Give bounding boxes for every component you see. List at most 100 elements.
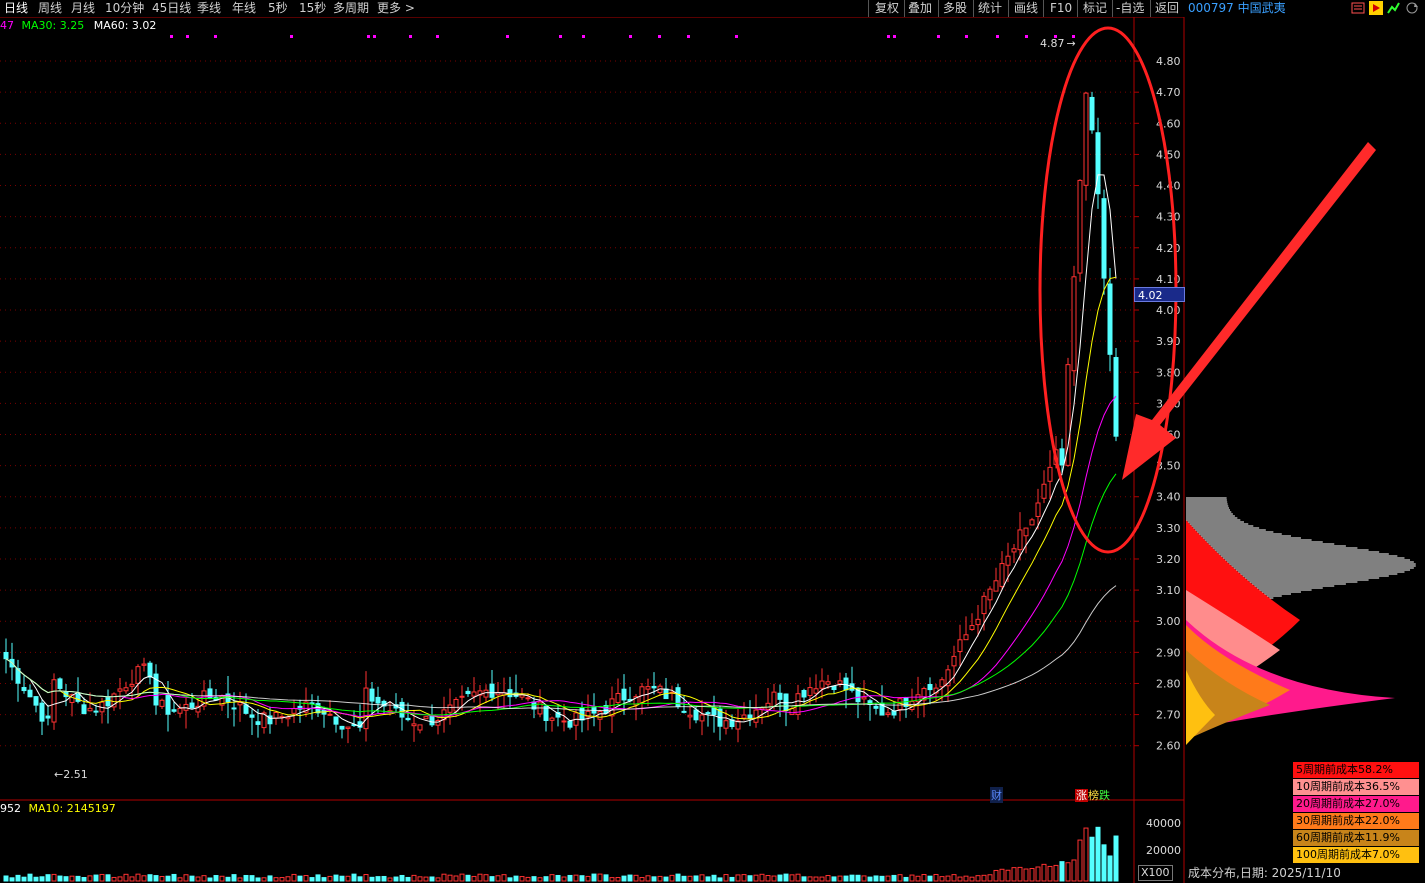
volume-bar xyxy=(57,875,63,882)
volume-bar xyxy=(165,875,171,882)
candle-body xyxy=(1065,364,1071,466)
volume-bar xyxy=(483,874,489,882)
volume-bar xyxy=(765,875,771,882)
volume-bar xyxy=(87,875,93,882)
candle-body xyxy=(471,691,477,697)
fuquan-button[interactable]: 复权 xyxy=(875,0,899,17)
volume-bar xyxy=(291,873,297,882)
ma-line-5 xyxy=(5,174,1117,728)
volume-bar xyxy=(321,877,327,882)
tab-quarterly[interactable]: 季线 xyxy=(197,0,221,17)
volume-bar xyxy=(15,874,21,882)
volume-bar xyxy=(327,875,333,882)
volume-bar xyxy=(849,874,855,882)
volume-bar xyxy=(477,873,483,882)
volume-bar xyxy=(147,874,153,882)
volume-bar xyxy=(741,874,747,882)
volume-bar xyxy=(801,876,807,882)
volume-bar xyxy=(681,875,687,882)
volume-bar xyxy=(1077,839,1083,882)
tab-15sec[interactable]: 15秒 xyxy=(299,0,326,17)
volume-bar xyxy=(501,874,507,882)
candle-body xyxy=(999,563,1005,587)
stock-name: 中国武夷 xyxy=(1237,1,1286,15)
tab-more[interactable]: 更多 > xyxy=(377,0,415,17)
volume-bar xyxy=(891,874,897,882)
candle-body xyxy=(1005,555,1011,566)
volume-bar xyxy=(363,874,369,882)
f10-button[interactable]: F10 xyxy=(1050,0,1072,17)
candle-body xyxy=(567,720,573,728)
statistics-button[interactable]: 统计 xyxy=(978,0,1002,17)
volume-bar xyxy=(981,874,987,882)
tab-45day[interactable]: 45日线 xyxy=(152,0,191,17)
overlay-button[interactable]: 叠加 xyxy=(908,0,932,17)
refresh-icon[interactable] xyxy=(1405,1,1419,15)
tab-daily[interactable]: 日线 xyxy=(4,0,28,17)
cost-legend-item: 100周期前成本7.0% xyxy=(1293,847,1419,863)
volume-bar xyxy=(873,875,879,882)
volume-bar xyxy=(237,877,243,882)
volume-bar xyxy=(357,876,363,882)
tab-weekly[interactable]: 周线 xyxy=(38,0,62,17)
draw-line-button[interactable]: 画线 xyxy=(1014,0,1038,17)
volume-bar xyxy=(549,874,555,882)
cost-distribution xyxy=(1186,497,1416,745)
volume-bar xyxy=(1029,868,1035,882)
axis-label: 2.90 xyxy=(1156,646,1181,659)
volume-axis-20000: 20000 xyxy=(1146,844,1181,857)
volume-bar xyxy=(1011,867,1017,882)
mark-button[interactable]: 标记 xyxy=(1083,0,1107,17)
finance-marker[interactable]: 财 xyxy=(990,787,1003,803)
tab-yearly[interactable]: 年线 xyxy=(232,0,256,17)
candle-body xyxy=(687,714,693,718)
back-button[interactable]: 返回 xyxy=(1155,0,1179,17)
candle-body xyxy=(969,625,975,630)
volume-bar xyxy=(639,877,645,882)
signal-dot xyxy=(887,35,890,38)
candle-body xyxy=(777,692,783,700)
volume-bar xyxy=(777,874,783,882)
candle-body xyxy=(51,679,57,723)
signal-dot xyxy=(965,35,968,38)
candle-body xyxy=(375,696,381,704)
volume-bar xyxy=(903,876,909,882)
stock-code: 000797 xyxy=(1188,1,1234,15)
volume-bar xyxy=(915,875,921,882)
settings-icon[interactable] xyxy=(1351,1,1365,15)
volume-bar xyxy=(615,877,621,882)
kline-chart[interactable]: 4.804.704.604.504.404.304.204.104.003.90… xyxy=(0,0,1425,883)
volume-bar xyxy=(1071,859,1077,882)
volume-bar xyxy=(705,876,711,882)
trend-icon[interactable] xyxy=(1386,1,1400,15)
candle-body xyxy=(993,580,999,592)
candle-body xyxy=(705,712,711,715)
axis-label: 2.70 xyxy=(1156,709,1181,722)
volume-bar xyxy=(999,868,1005,882)
volume-bar xyxy=(279,877,285,882)
volume-bar xyxy=(471,875,477,882)
volume-bar xyxy=(249,875,255,882)
candle-body xyxy=(747,714,753,719)
tab-5sec[interactable]: 5秒 xyxy=(268,0,288,17)
cost-legend-item: 20周期前成本27.0% xyxy=(1293,796,1419,812)
volume-bar xyxy=(417,876,423,882)
volume-bar xyxy=(351,873,357,882)
multi-stock-button[interactable]: 多股 xyxy=(943,0,967,17)
candle-body xyxy=(141,663,147,666)
volume-bar xyxy=(387,877,393,882)
candle-body xyxy=(429,715,435,726)
tab-multi-period[interactable]: 多周期 xyxy=(333,0,369,17)
volume-bar xyxy=(1041,863,1047,882)
marker-zhang: 涨 xyxy=(1075,789,1088,802)
volume-bar xyxy=(909,874,915,882)
volume-bar xyxy=(465,874,471,882)
candle-body xyxy=(681,710,687,713)
candle-body xyxy=(21,687,27,692)
ranking-marker[interactable]: 涨榜跌 xyxy=(1075,787,1110,803)
volume-legend: 952 MA10: 2145197 xyxy=(0,802,116,816)
tab-monthly[interactable]: 月线 xyxy=(71,0,95,17)
flag-icon[interactable] xyxy=(1369,1,1383,15)
remove-watchlist-button[interactable]: -自选 xyxy=(1116,0,1144,17)
tab-10min[interactable]: 10分钟 xyxy=(105,0,144,17)
